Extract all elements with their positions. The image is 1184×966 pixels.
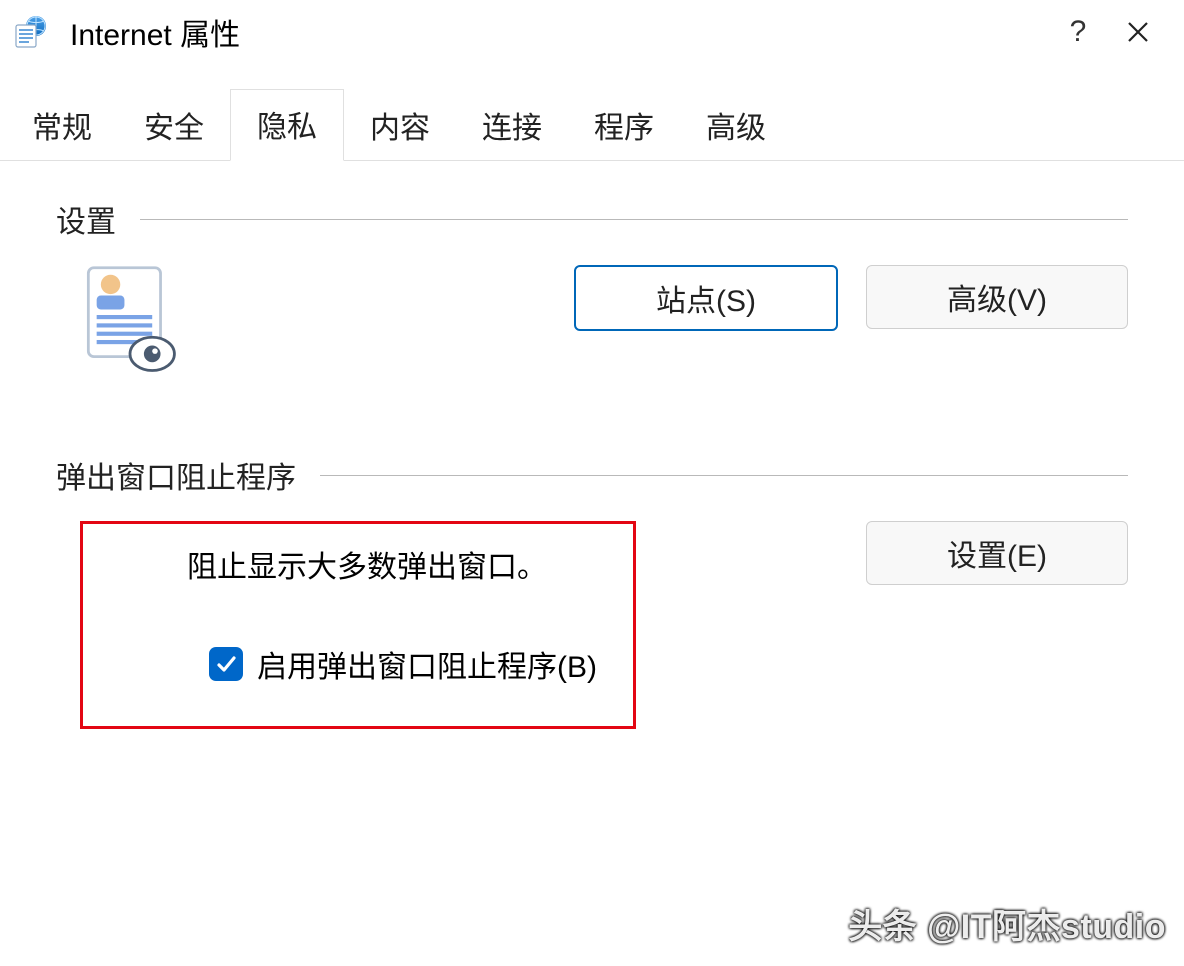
tab-security[interactable]: 安全 xyxy=(118,91,230,161)
privacy-settings-icon-slot xyxy=(56,265,180,381)
tab-advanced[interactable]: 高级 xyxy=(680,91,792,161)
popup-blocker-checkbox[interactable] xyxy=(209,647,243,681)
divider xyxy=(320,475,1128,476)
settings-block: 站点(S) 高级(V) xyxy=(56,265,1128,381)
section-title-popup: 弹出窗口阻止程序 xyxy=(56,453,296,497)
tab-content[interactable]: 内容 xyxy=(344,91,456,161)
button-popup-settings-label: 设置(E) xyxy=(947,531,1047,575)
popup-blocker-checkbox-label: 启用弹出窗口阻止程序(B) xyxy=(257,642,597,686)
popup-blocker-description: 阻止显示大多数弹出窗口。 xyxy=(187,542,547,586)
watermark-text: 头条 @IT阿杰studio xyxy=(848,899,1166,948)
button-advanced[interactable]: 高级(V) xyxy=(866,265,1128,329)
button-popup-settings[interactable]: 设置(E) xyxy=(866,521,1128,585)
internet-options-icon xyxy=(14,15,48,49)
titlebar: Internet 属性 ? xyxy=(0,0,1184,64)
divider xyxy=(140,219,1128,220)
button-sites-label: 站点(S) xyxy=(656,276,756,320)
popup-blocker-section: 弹出窗口阻止程序 xyxy=(56,453,1128,729)
section-title-settings: 设置 xyxy=(56,197,116,241)
section-header-popup: 弹出窗口阻止程序 xyxy=(56,453,1128,497)
annotation-highlight-box: 阻止显示大多数弹出窗口。 启用弹出窗口阻止程序(B) xyxy=(80,521,636,729)
tab-strip: 常规 安全 隐私 内容 连接 程序 高级 xyxy=(0,88,1184,161)
privacy-settings-icon xyxy=(80,363,180,380)
tab-privacy[interactable]: 隐私 xyxy=(230,89,344,161)
tab-general[interactable]: 常规 xyxy=(6,91,118,161)
tab-programs[interactable]: 程序 xyxy=(568,91,680,161)
help-button[interactable]: ? xyxy=(1048,8,1108,56)
tab-panel-privacy: 设置 站点(S) xyxy=(0,161,1184,729)
button-advanced-label: 高级(V) xyxy=(947,275,1047,319)
close-button[interactable] xyxy=(1108,8,1168,56)
section-header-settings: 设置 xyxy=(56,197,1128,241)
popup-body: 阻止显示大多数弹出窗口。 启用弹出窗口阻止程序(B) 设置(E) xyxy=(56,521,1128,729)
window-title: Internet 属性 xyxy=(70,10,240,54)
popup-blocker-checkbox-row: 启用弹出窗口阻止程序(B) xyxy=(209,642,597,686)
tab-connections[interactable]: 连接 xyxy=(456,91,568,161)
button-sites[interactable]: 站点(S) xyxy=(574,265,838,331)
